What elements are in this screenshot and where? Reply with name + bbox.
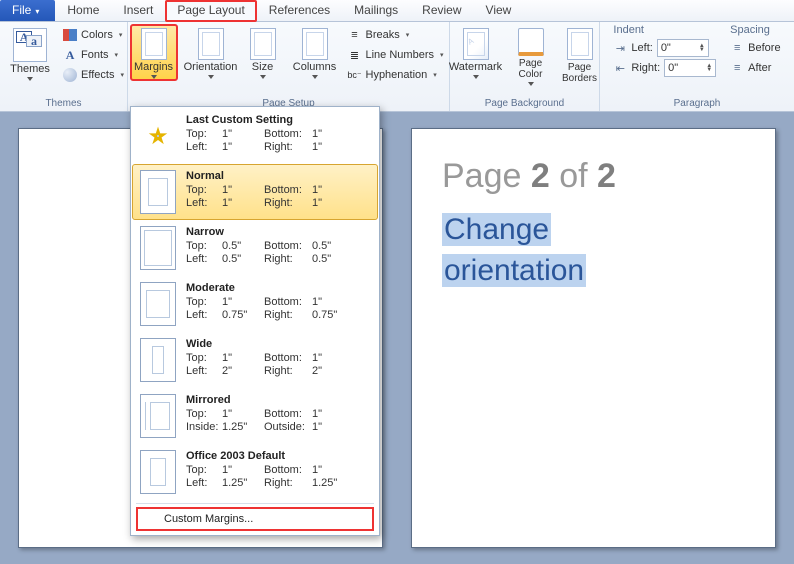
after-label: After bbox=[748, 62, 771, 74]
group-label: Paragraph bbox=[606, 98, 788, 111]
line-numbers-icon: ≣ bbox=[348, 48, 362, 62]
tab-page-layout[interactable]: Page Layout bbox=[165, 0, 256, 22]
preset-icon bbox=[140, 282, 176, 326]
preset-icon bbox=[140, 394, 176, 438]
breaks-icon: ≡ bbox=[348, 28, 362, 42]
menu-tabs: File Home Insert Page Layout References … bbox=[0, 0, 794, 22]
hyphenation-icon: bc⁻ bbox=[348, 68, 362, 82]
margin-preset-mirrored[interactable]: Mirrored Top:1"Bottom:1" Inside:1.25"Out… bbox=[132, 388, 378, 444]
columns-icon bbox=[302, 28, 328, 60]
page-borders-button[interactable]: Page Borders bbox=[558, 24, 602, 84]
preset-icon bbox=[140, 338, 176, 382]
fonts-button[interactable]: A Fonts bbox=[63, 46, 124, 64]
preset-icon bbox=[140, 450, 176, 494]
orientation-icon bbox=[198, 28, 224, 60]
group-paragraph: Indent ⇥ Left: 0"▲▼ ⇤ Right: 0"▲▼ Spacin… bbox=[600, 22, 794, 111]
tab-file[interactable]: File bbox=[0, 0, 55, 21]
right-label: Right: bbox=[631, 62, 660, 74]
effects-button[interactable]: Effects bbox=[63, 66, 124, 84]
selected-text[interactable]: Changeorientation bbox=[442, 210, 745, 291]
page-color-icon bbox=[518, 28, 544, 56]
themes-button[interactable]: Aa Themes bbox=[3, 24, 57, 81]
tab-view[interactable]: View bbox=[474, 0, 524, 21]
spacing-after-icon: ≡ bbox=[730, 62, 744, 74]
tab-references[interactable]: References bbox=[257, 0, 342, 21]
size-button[interactable]: Size bbox=[244, 24, 282, 79]
tab-review[interactable]: Review bbox=[410, 0, 473, 21]
margin-preset-office2003[interactable]: Office 2003 Default Top:1"Bottom:1" Left… bbox=[132, 444, 378, 500]
themes-icon: Aa bbox=[13, 28, 47, 62]
size-icon bbox=[250, 28, 276, 60]
spacing-header: Spacing bbox=[730, 24, 780, 36]
effects-icon bbox=[63, 68, 77, 82]
preset-icon bbox=[140, 170, 176, 214]
margins-icon bbox=[141, 28, 167, 60]
group-label: Themes bbox=[6, 98, 121, 111]
margins-button[interactable]: Margins bbox=[130, 24, 178, 81]
hyphenation-button[interactable]: bc⁻ Hyphenation bbox=[348, 66, 448, 84]
page-2-title: Page 2 of 2 bbox=[442, 157, 745, 196]
group-label: Page Background bbox=[456, 98, 593, 111]
indent-header: Indent bbox=[613, 24, 716, 36]
tab-mailings[interactable]: Mailings bbox=[342, 0, 410, 21]
margin-preset-wide[interactable]: Wide Top:1"Bottom:1" Left:2"Right:2" bbox=[132, 332, 378, 388]
margin-preset-normal[interactable]: Normal Top:1"Bottom:1" Left:1"Right:1" bbox=[132, 164, 378, 220]
indent-right-icon: ⇤ bbox=[613, 62, 627, 75]
page-color-button[interactable]: Page Color bbox=[510, 24, 552, 86]
tab-insert[interactable]: Insert bbox=[111, 0, 165, 21]
group-page-setup: Margins Orientation Size Columns ≡ Break… bbox=[128, 22, 450, 111]
spacing-before-icon: ≡ bbox=[730, 42, 744, 54]
ribbon: Aa Themes Colors A Fonts Effects Themes bbox=[0, 22, 794, 112]
preset-icon bbox=[140, 226, 176, 270]
breaks-button[interactable]: ≡ Breaks bbox=[348, 26, 448, 44]
columns-button[interactable]: Columns bbox=[288, 24, 342, 79]
group-themes: Aa Themes Colors A Fonts Effects Themes bbox=[0, 22, 128, 111]
colors-icon bbox=[63, 28, 77, 42]
watermark-button[interactable]: A Watermark bbox=[448, 24, 504, 79]
indent-left-input[interactable]: 0"▲▼ bbox=[657, 39, 709, 57]
line-numbers-button[interactable]: ≣ Line Numbers bbox=[348, 46, 448, 64]
indent-right-input[interactable]: 0"▲▼ bbox=[664, 59, 716, 77]
fonts-icon: A bbox=[63, 48, 77, 62]
tab-home[interactable]: Home bbox=[55, 0, 111, 21]
page-borders-icon bbox=[567, 28, 593, 60]
margins-dropdown: ★ Last Custom Setting Top:1"Bottom:1" Le… bbox=[130, 106, 380, 536]
colors-button[interactable]: Colors bbox=[63, 26, 124, 44]
separator bbox=[136, 503, 374, 504]
margin-preset-moderate[interactable]: Moderate Top:1"Bottom:1" Left:0.75"Right… bbox=[132, 276, 378, 332]
watermark-icon: A bbox=[463, 28, 489, 60]
margin-preset-last[interactable]: ★ Last Custom Setting Top:1"Bottom:1" Le… bbox=[132, 108, 378, 164]
left-label: Left: bbox=[631, 42, 652, 54]
star-icon: ★ bbox=[140, 114, 176, 158]
before-label: Before bbox=[748, 42, 780, 54]
custom-margins-button[interactable]: Custom Margins... bbox=[136, 507, 374, 531]
document-area: 2 Page 2 of 2 Changeorientation bbox=[0, 112, 794, 564]
page-2[interactable]: Page 2 of 2 Changeorientation bbox=[411, 128, 776, 548]
indent-left-icon: ⇥ bbox=[613, 42, 627, 55]
orientation-button[interactable]: Orientation bbox=[184, 24, 238, 79]
margin-preset-narrow[interactable]: Narrow Top:0.5"Bottom:0.5" Left:0.5"Righ… bbox=[132, 220, 378, 276]
group-page-background: A Watermark Page Color Page Borders Page… bbox=[450, 22, 600, 111]
